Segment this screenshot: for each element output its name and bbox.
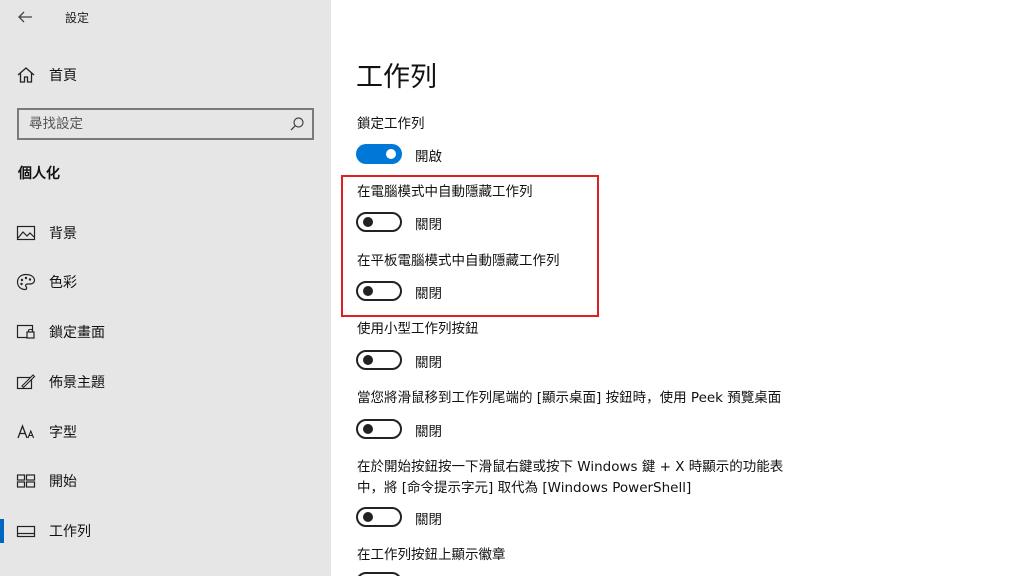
toggle-state-label: 開啟 <box>415 149 442 165</box>
sidebar: 設定 首頁 個人化 背景 色彩 鎖定畫面 佈景主題 <box>0 0 331 576</box>
sidebar-item-themes[interactable]: 佈景主題 <box>0 362 331 402</box>
sidebar-item-label: 首頁 <box>49 68 77 84</box>
search-box[interactable] <box>17 108 314 140</box>
sidebar-item-fonts[interactable]: 字型 <box>0 412 331 452</box>
setting-label-powershell-line2: 中，將 [命令提示字元] 取代為 [Windows PowerShell] <box>357 480 692 496</box>
sidebar-item-label: 色彩 <box>49 275 77 291</box>
sidebar-item-label: 開始 <box>49 474 77 490</box>
back-arrow-icon[interactable] <box>14 6 36 28</box>
font-icon <box>16 423 36 441</box>
taskbar-icon <box>16 522 36 540</box>
sidebar-item-label: 字型 <box>49 425 77 441</box>
sidebar-item-label: 鎖定畫面 <box>49 325 105 341</box>
title-bar: 設定 <box>0 0 331 34</box>
group-heading: 個人化 <box>18 166 60 182</box>
sidebar-item-start[interactable]: 開始 <box>0 461 331 501</box>
toggle-state-label: 關閉 <box>415 355 442 371</box>
setting-label-lock-taskbar: 鎖定工作列 <box>357 116 425 132</box>
toggle-knob <box>386 149 396 159</box>
setting-label-small-buttons: 使用小型工作列按鈕 <box>357 321 479 337</box>
search-icon[interactable] <box>289 116 305 132</box>
toggle-lock-taskbar[interactable] <box>356 144 402 164</box>
toggle-powershell[interactable] <box>356 507 402 527</box>
palette-icon <box>16 273 36 291</box>
home-icon <box>16 66 36 84</box>
toggle-small-buttons[interactable] <box>356 350 402 370</box>
sidebar-item-label: 背景 <box>49 226 77 242</box>
highlight-annotation-box <box>341 175 599 317</box>
sidebar-item-taskbar[interactable]: 工作列 <box>0 511 331 551</box>
sidebar-item-home[interactable]: 首頁 <box>0 55 331 95</box>
start-icon <box>16 472 36 490</box>
sidebar-item-background[interactable]: 背景 <box>0 213 331 253</box>
toggle-knob <box>363 355 373 365</box>
theme-icon <box>16 373 36 391</box>
sidebar-item-colors[interactable]: 色彩 <box>0 262 331 302</box>
setting-label-peek: 當您將滑鼠移到工作列尾端的 [顯示桌面] 按鈕時，使用 Peek 預覽桌面 <box>357 390 782 406</box>
toggle-badges[interactable] <box>356 572 402 576</box>
lock-screen-icon <box>16 323 36 341</box>
toggle-knob <box>363 512 373 522</box>
toggle-peek[interactable] <box>356 419 402 439</box>
setting-label-badges: 在工作列按鈕上顯示徽章 <box>357 547 506 563</box>
active-indicator <box>0 519 4 543</box>
setting-label-powershell-line1: 在於開始按鈕按一下滑鼠右鍵或按下 Windows 鍵 + X 時顯示的功能表 <box>357 459 784 475</box>
image-icon <box>16 224 36 242</box>
toggle-state-label: 關閉 <box>415 512 442 528</box>
toggle-knob <box>363 424 373 434</box>
search-input[interactable] <box>29 115 279 133</box>
sidebar-item-lock-screen[interactable]: 鎖定畫面 <box>0 312 331 352</box>
page-title: 工作列 <box>356 62 437 93</box>
sidebar-item-label: 工作列 <box>49 524 91 540</box>
sidebar-item-label: 佈景主題 <box>49 375 105 391</box>
toggle-state-label: 關閉 <box>415 424 442 440</box>
app-title: 設定 <box>65 11 90 25</box>
